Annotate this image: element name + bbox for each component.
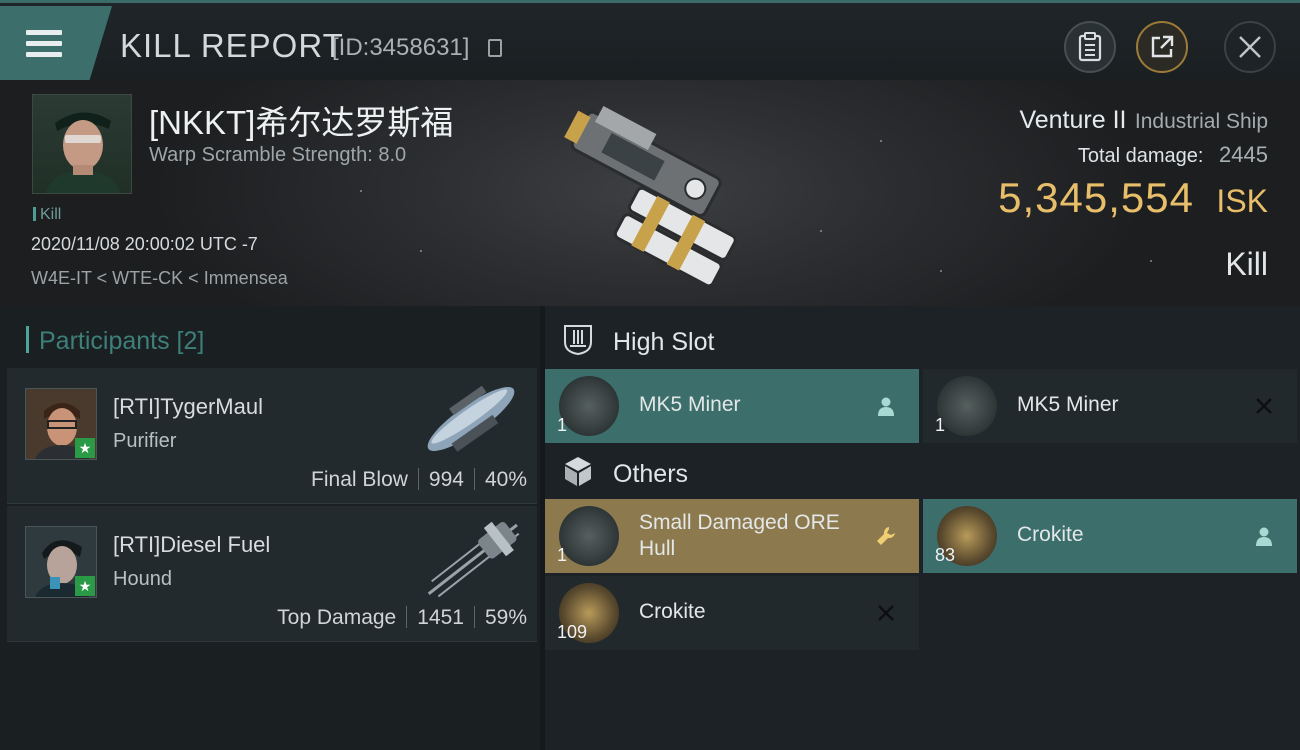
ship-name: Venture II [1019,106,1127,134]
item-quantity: 1 [557,415,568,435]
victim-ship-image[interactable] [530,90,780,290]
participant-ship-image [427,385,515,452]
mining-laser-icon [937,376,997,436]
header-bar: KILL REPORT [ID:3458631] [0,0,1300,80]
item-name: Small Damaged ORE Hull [639,511,840,560]
participant-role: Final Blow [311,468,408,491]
others-section: Others [545,442,1300,502]
avatar: ★ [25,526,97,598]
person-icon [1256,527,1272,546]
total-damage: Total damage: 2445 [1078,142,1268,168]
item-quantity: 83 [935,545,956,565]
high-slot-section: High Slot [545,310,1300,370]
item-name: Crokite [639,600,706,623]
star-icon: ★ [75,438,95,458]
copy-icon[interactable] [488,39,502,57]
participant-damage: 1451 [417,606,464,629]
report-id: [ID:3458631] [332,34,470,61]
menu-button[interactable] [0,6,112,80]
participant-percent: 40% [484,468,527,491]
participant-name: [RTI]Diesel Fuel [113,532,271,557]
participant-stats: Final Blow 994 40% [311,468,527,492]
participant-row[interactable]: ★ [RTI]Diesel Fuel Hound Top Damage 1451 5… [7,506,537,642]
participants-panel: Participants [2] ★ [RTI]TygerMaul Purifi… [0,306,540,750]
close-button[interactable] [1224,21,1276,73]
item-quantity: 1 [935,415,946,435]
participant-percent: 59% [484,606,527,629]
share-button[interactable] [1136,21,1188,73]
participants-header: Participants [2] [26,326,204,356]
fitting-item[interactable]: 1 MK5 Miner [545,369,919,443]
item-name: Crokite [1017,523,1084,546]
participant-ship-image [427,521,520,598]
victim-avatar[interactable] [32,94,132,194]
item-name: MK5 Miner [639,393,741,416]
participant-role: Top Damage [277,606,397,629]
isk-amount: 5,345,554 [998,174,1194,221]
ship-class: Industrial Ship [1134,110,1268,133]
mining-laser-icon [559,376,619,436]
x-icon [1256,398,1272,414]
cube-icon [565,457,591,486]
others-label: Others [613,460,689,488]
wrench-icon [877,527,895,545]
fitting-item[interactable]: 83 Crokite [923,499,1297,573]
participant-stats: Top Damage 1451 59% [277,606,527,630]
participant-damage: 994 [428,468,464,491]
avatar: ★ [25,388,97,460]
star-icon: ★ [75,576,95,596]
kill-tag: Kill [33,206,61,224]
kill-type: Kill [1225,246,1268,282]
item-name: MK5 Miner [1017,393,1119,416]
page-title: KILL REPORT [120,27,344,64]
hull-icon [559,506,619,566]
participant-name: [RTI]TygerMaul [113,394,263,419]
clipboard-button[interactable] [1064,21,1116,73]
close-icon [1239,36,1261,58]
kill-summary-banner: [NKKT]希尔达罗斯福 Warp Scramble Strength: 8.0… [0,80,1300,306]
participant-ship: Purifier [113,430,177,452]
isk-value: 5,345,554 ISK [998,174,1268,222]
fitting-item[interactable]: 109 Crokite [545,576,919,650]
participant-ship: Hound [113,568,172,590]
fitting-panel: High Slot 1 MK5 Miner 1 MK5 Miner Others… [545,306,1300,750]
victim-ship: Venture II Industrial Ship [1019,106,1268,135]
clipboard-icon [1078,32,1102,62]
item-quantity: 109 [557,622,588,642]
high-slot-label: High Slot [613,328,715,356]
person-icon [878,397,894,416]
total-damage-value: 2445 [1219,142,1268,167]
total-damage-label: Total damage: [1077,145,1204,167]
isk-unit: ISK [1216,183,1268,219]
high-slot-icon [564,325,592,356]
warp-scramble-strength: Warp Scramble Strength: 8.0 [149,144,407,166]
fitting-item[interactable]: 1 Small Damaged ORE Hull [545,499,919,573]
participant-row[interactable]: ★ [RTI]TygerMaul Purifier Final Blow 994 4… [7,368,537,504]
victim-name: [NKKT]希尔达罗斯福 [149,104,454,141]
kill-timestamp: 2020/11/08 20:00:02 UTC -7 [31,234,258,254]
share-icon [1151,35,1174,58]
x-icon [878,605,894,621]
kill-location: W4E-IT < WTE-CK < Immensea [31,268,288,288]
fitting-item[interactable]: 1 MK5 Miner [923,369,1297,443]
item-quantity: 1 [557,545,568,565]
